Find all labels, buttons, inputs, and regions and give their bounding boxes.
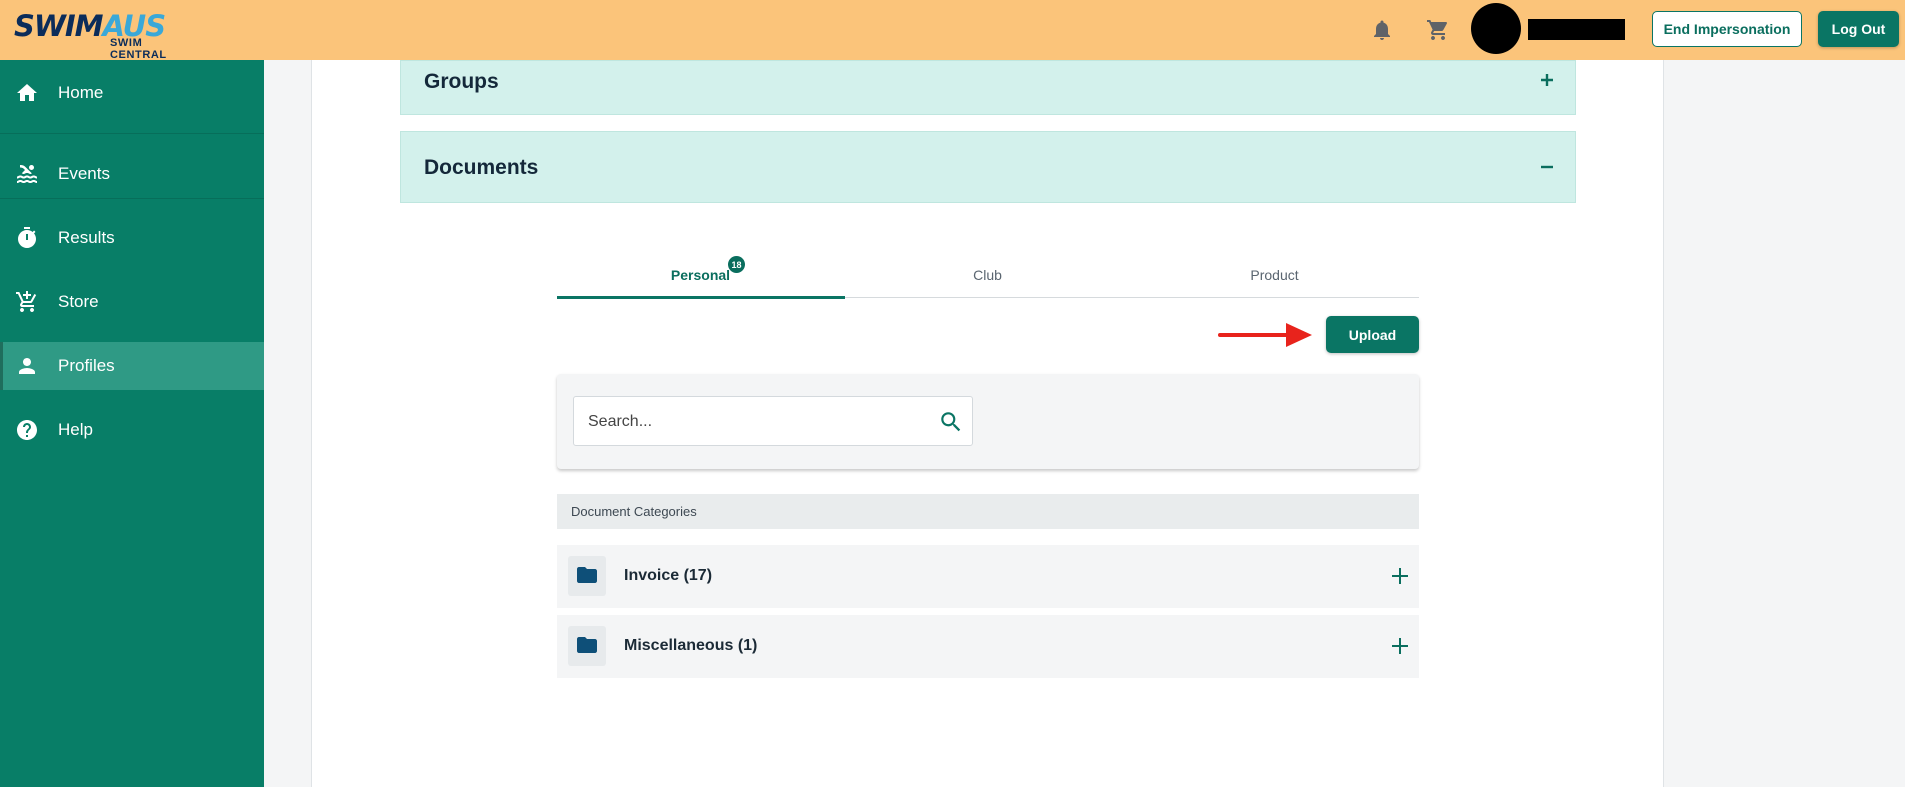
person-icon: [15, 354, 39, 378]
cart-plus-icon: [15, 290, 39, 314]
logo-text-swim: SWIM: [14, 9, 104, 43]
category-row-miscellaneous[interactable]: Miscellaneous (1): [557, 615, 1419, 678]
logout-button[interactable]: Log Out: [1818, 11, 1899, 47]
search-panel: [557, 374, 1419, 469]
swimmer-icon: [15, 162, 39, 186]
folder-icon: [568, 626, 606, 666]
sidebar-item-label: Home: [58, 83, 104, 102]
sidebar: Home Events Results Store Profiles Help: [0, 60, 264, 787]
sidebar-item-label: Events: [58, 164, 110, 183]
sidebar-divider: [0, 133, 264, 134]
groups-title: Groups: [424, 70, 499, 93]
cart-icon[interactable]: [1426, 18, 1450, 42]
upload-button[interactable]: Upload: [1326, 316, 1419, 353]
logo-subtitle: SWIM CENTRAL: [110, 37, 167, 61]
user-name-redacted: [1528, 19, 1625, 40]
end-impersonation-button[interactable]: End Impersonation: [1652, 11, 1802, 47]
swimaus-logo[interactable]: SWIMAUS SWIM CENTRAL: [14, 9, 192, 61]
sidebar-divider: [0, 198, 264, 199]
sidebar-item-results[interactable]: Results: [0, 214, 264, 262]
tab-product[interactable]: Product: [1131, 252, 1418, 298]
sidebar-item-help[interactable]: Help: [0, 406, 264, 454]
folder-icon: [568, 556, 606, 596]
sidebar-item-label: Store: [58, 292, 99, 311]
sidebar-item-label: Help: [58, 420, 93, 439]
bell-icon[interactable]: [1370, 18, 1394, 42]
category-label: Miscellaneous (1): [624, 637, 758, 654]
search-input[interactable]: [588, 409, 918, 435]
search-icon[interactable]: [938, 409, 964, 435]
documents-title: Documents: [424, 156, 539, 179]
active-tab-indicator: [557, 296, 845, 299]
groups-accordion[interactable]: Groups: [400, 60, 1576, 115]
category-label: Invoice (17): [624, 567, 713, 584]
help-icon: [15, 418, 39, 442]
annotation-arrow-icon: [1218, 323, 1312, 347]
sidebar-item-store[interactable]: Store: [0, 278, 264, 326]
sidebar-item-label: Profiles: [58, 356, 115, 375]
documents-accordion[interactable]: Documents: [400, 131, 1576, 203]
tab-club[interactable]: Club: [844, 252, 1131, 298]
sidebar-item-label: Results: [58, 228, 115, 247]
search-box[interactable]: [573, 396, 973, 446]
plus-icon[interactable]: [1539, 72, 1555, 88]
stopwatch-icon: [15, 226, 39, 250]
home-icon: [15, 81, 39, 105]
expand-plus-icon[interactable]: [1391, 567, 1409, 585]
minus-icon[interactable]: [1539, 159, 1555, 175]
avatar[interactable]: [1471, 3, 1521, 54]
sidebar-item-events[interactable]: Events: [0, 150, 264, 198]
tab-personal[interactable]: Personal: [557, 252, 844, 298]
expand-plus-icon[interactable]: [1391, 637, 1409, 655]
top-header: SWIMAUS SWIM CENTRAL End Impersonation L…: [0, 0, 1905, 61]
sidebar-item-profiles[interactable]: Profiles: [0, 342, 264, 390]
sidebar-item-home[interactable]: Home: [0, 69, 264, 117]
document-categories-header: Document Categories: [557, 494, 1419, 529]
category-row-invoice[interactable]: Invoice (17): [557, 545, 1419, 608]
tab-count-badge: 18: [728, 256, 745, 273]
